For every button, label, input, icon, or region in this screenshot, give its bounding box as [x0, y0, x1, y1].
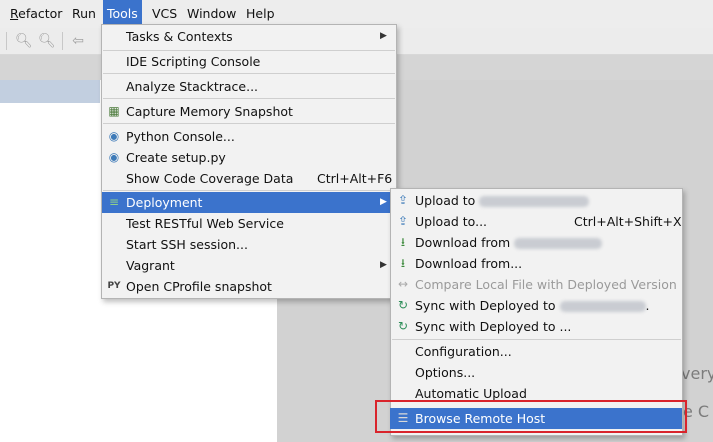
menu-separator	[103, 98, 395, 99]
menu-vcs-label: VCS	[152, 6, 178, 21]
menu-item-label: Configuration...	[415, 344, 512, 359]
sync-icon: ↻	[397, 319, 409, 333]
menu-run[interactable]: Run	[68, 0, 100, 27]
menu-item-label: Test RESTful Web Service	[126, 216, 284, 231]
menu-item-ide-scripting-console[interactable]: IDE Scripting Console	[102, 51, 396, 72]
menu-tools[interactable]: Tools	[103, 0, 142, 27]
menu-item-label: IDE Scripting Console	[126, 54, 261, 69]
menu-item-options[interactable]: Options...	[391, 362, 682, 383]
menu-item-test-restful[interactable]: Test RESTful Web Service	[102, 213, 396, 234]
menu-help-label: Help	[246, 6, 275, 21]
menu-window[interactable]: Window	[183, 0, 240, 27]
toolbar-separator	[62, 32, 63, 50]
annotation-highlight-box	[375, 400, 687, 433]
menu-vcs[interactable]: VCS	[148, 0, 181, 27]
zoom-in-icon[interactable]: 🔍︎	[15, 33, 33, 49]
back-arrow-icon[interactable]: ⇦	[70, 33, 86, 49]
menu-item-tasks-contexts[interactable]: Tasks & Contexts ▶	[102, 26, 396, 47]
cprofile-icon: PY	[107, 281, 121, 291]
submenu-arrow-icon: ▶	[380, 197, 387, 207]
menu-item-label: Compare Local File with Deployed Version	[415, 277, 677, 292]
menu-item-label: Download from...	[415, 256, 523, 271]
menu-refactor-rest: efactor	[18, 6, 63, 21]
menu-item-sync-deployed-dialog[interactable]: ↻ Sync with Deployed to ...	[391, 316, 682, 337]
menu-item-deployment[interactable]: ≡ Deployment ▶	[102, 192, 396, 213]
python-setup-icon: ◉	[108, 150, 120, 164]
panel-header	[0, 80, 100, 103]
menu-item-label: Tasks & Contexts	[126, 29, 233, 44]
menu-item-python-console[interactable]: ◉ Python Console...	[102, 126, 396, 147]
menu-item-create-setup-py[interactable]: ◉ Create setup.py	[102, 147, 396, 168]
menu-run-label: Run	[72, 6, 96, 21]
menu-item-suffix: .	[645, 298, 650, 313]
menu-window-label: Window	[187, 6, 237, 21]
menu-item-label: Upload to...	[415, 214, 488, 229]
menu-item-download-from-dialog[interactable]: ⭳ Download from...	[391, 253, 682, 274]
menu-item-upload-to-dialog[interactable]: ⇪ Upload to... Ctrl+Alt+Shift+X	[391, 211, 682, 232]
menu-item-capture-memory-snapshot[interactable]: ▦ Capture Memory Snapshot	[102, 101, 396, 122]
menu-separator	[392, 339, 681, 340]
menu-item-upload-to[interactable]: ⇪ Upload to	[391, 190, 682, 211]
menu-item-label: Create setup.py	[126, 150, 226, 165]
sync-icon: ↻	[397, 298, 409, 312]
menu-item-label: Capture Memory Snapshot	[126, 104, 293, 119]
menu-item-open-cprofile[interactable]: PY Open CProfile snapshot	[102, 276, 396, 297]
deployment-submenu: ⇪ Upload to ⇪ Upload to... Ctrl+Alt+Shif…	[390, 188, 683, 436]
menu-refactor[interactable]: Refactor	[6, 0, 66, 27]
redacted-host	[479, 196, 590, 207]
menu-item-shortcut: Ctrl+Alt+F6	[317, 171, 393, 186]
menu-item-sync-deployed[interactable]: ↻ Sync with Deployed to.	[391, 295, 682, 316]
menu-separator	[103, 123, 395, 124]
deployment-icon: ≡	[108, 195, 120, 209]
menu-item-start-ssh[interactable]: Start SSH session...	[102, 234, 396, 255]
memory-snapshot-icon: ▦	[108, 104, 120, 118]
compare-icon: ↔	[397, 277, 409, 291]
menu-help[interactable]: Help	[242, 0, 279, 27]
download-icon: ⭳	[400, 235, 406, 249]
menu-separator	[103, 73, 395, 74]
submenu-arrow-icon: ▶	[380, 31, 387, 41]
submenu-arrow-icon: ▶	[380, 260, 387, 270]
menu-item-label: Deployment	[126, 195, 203, 210]
redacted-host	[559, 301, 646, 312]
menu-item-label: Options...	[415, 365, 476, 380]
menu-item-label-wrap: Upload to	[415, 190, 590, 211]
upload-icon: ⇪	[397, 214, 409, 228]
menu-separator	[103, 190, 395, 191]
tools-menu: Tasks & Contexts ▶ IDE Scripting Console…	[101, 24, 397, 299]
python-icon: ◉	[108, 129, 120, 143]
menu-item-label: Open CProfile snapshot	[126, 279, 272, 294]
menu-item-label: Sync with Deployed to	[415, 298, 556, 313]
menu-item-compare-local-file: ↔ Compare Local File with Deployed Versi…	[391, 274, 682, 295]
menu-item-label: Download from	[415, 235, 511, 250]
menu-item-download-from[interactable]: ⭳ Download from	[391, 232, 682, 253]
menu-item-label-wrap: Download from	[415, 232, 603, 253]
menu-item-shortcut: Ctrl+Alt+Shift+X	[574, 214, 682, 229]
menu-item-label-wrap: Sync with Deployed to.	[415, 295, 650, 316]
menu-item-label: Sync with Deployed to ...	[415, 319, 572, 334]
menu-item-analyze-stacktrace[interactable]: Analyze Stacktrace...	[102, 76, 396, 97]
menu-item-label: Upload to	[415, 193, 476, 208]
menu-item-label: Python Console...	[126, 129, 235, 144]
download-icon: ⭳	[400, 256, 406, 270]
zoom-out-icon[interactable]: 🔍︎	[38, 33, 56, 49]
upload-icon: ⇪	[397, 193, 409, 207]
background-hint-text: very	[681, 364, 713, 383]
menu-item-show-code-coverage[interactable]: Show Code Coverage Data Ctrl+Alt+F6	[102, 168, 396, 189]
menu-item-vagrant[interactable]: Vagrant ▶	[102, 255, 396, 276]
redacted-host	[514, 238, 603, 249]
menu-item-label: Start SSH session...	[126, 237, 248, 252]
menu-item-configuration[interactable]: Configuration...	[391, 341, 682, 362]
menu-item-label: Analyze Stacktrace...	[126, 79, 259, 94]
menu-item-label: Vagrant	[126, 258, 175, 273]
menu-item-label: Show Code Coverage Data	[126, 171, 294, 186]
toolbar-separator	[6, 32, 7, 50]
menu-tools-label: Tools	[107, 6, 138, 21]
